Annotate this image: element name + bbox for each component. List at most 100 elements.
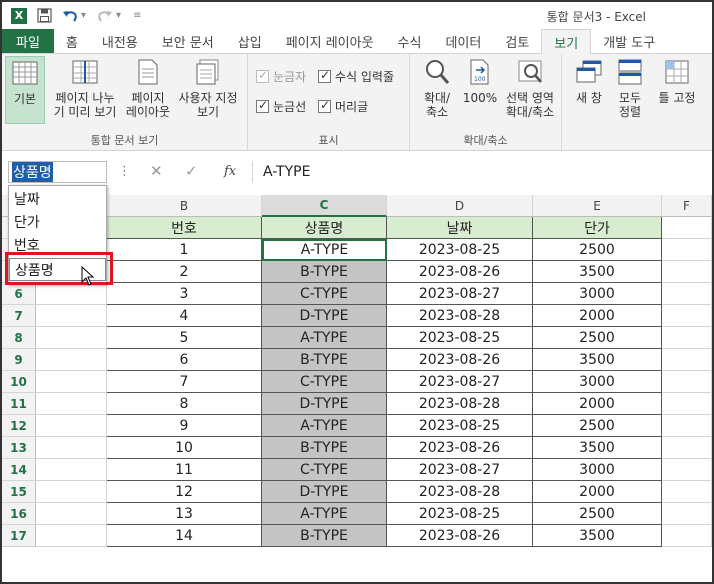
tab-page-layout[interactable]: 페이지 레이아웃: [274, 29, 386, 53]
cell-f[interactable]: [662, 415, 712, 437]
cell-f[interactable]: [662, 503, 712, 525]
cell-f[interactable]: [662, 371, 712, 393]
table-header-cell[interactable]: 날짜: [387, 217, 533, 239]
cell-a[interactable]: [36, 283, 107, 305]
cell-a[interactable]: [36, 371, 107, 393]
table-data-cell[interactable]: 2023-08-28: [387, 393, 533, 415]
table-data-cell[interactable]: 3500: [533, 261, 662, 283]
cell-f[interactable]: [662, 481, 712, 503]
cell-a[interactable]: [36, 415, 107, 437]
cell-f[interactable]: [662, 393, 712, 415]
table-data-cell[interactable]: D-TYPE: [262, 393, 387, 415]
cell-f[interactable]: [662, 283, 712, 305]
table-data-cell[interactable]: 6: [107, 349, 262, 371]
table-data-cell[interactable]: 3000: [533, 283, 662, 305]
new-window-button[interactable]: 새 창: [570, 56, 608, 105]
table-data-cell[interactable]: 2023-08-26: [387, 437, 533, 459]
table-data-cell[interactable]: 2000: [533, 481, 662, 503]
table-data-cell[interactable]: 2023-08-26: [387, 261, 533, 283]
row-header[interactable]: 7: [2, 305, 36, 327]
formula-bar-checkbox[interactable]: ✓: [318, 68, 331, 83]
table-header-cell[interactable]: 단가: [533, 217, 662, 239]
table-data-cell[interactable]: 2500: [533, 503, 662, 525]
name-item-price[interactable]: 단가: [9, 210, 106, 233]
freeze-panes-button[interactable]: 틀 고정: [652, 56, 702, 105]
cell-f[interactable]: [662, 525, 712, 547]
formula-bar-grip-icon[interactable]: ⋮: [118, 164, 131, 179]
custom-views-button[interactable]: 사용자 지정 보기: [174, 56, 242, 119]
tab-view[interactable]: 보기: [541, 29, 592, 54]
cell-a[interactable]: [36, 459, 107, 481]
tab-personal[interactable]: 내전용: [90, 29, 150, 53]
table-data-cell[interactable]: 2000: [533, 393, 662, 415]
redo-icon[interactable]: [96, 7, 114, 25]
tab-formulas[interactable]: 수식: [386, 29, 434, 53]
page-layout-view-button[interactable]: 페이지 레이아웃: [124, 56, 172, 119]
table-data-cell[interactable]: 3: [107, 283, 262, 305]
cell-f[interactable]: [662, 305, 712, 327]
column-header-e[interactable]: E: [533, 195, 662, 217]
table-data-cell[interactable]: 8: [107, 393, 262, 415]
table-data-cell[interactable]: A-TYPE: [262, 327, 387, 349]
table-data-cell[interactable]: 10: [107, 437, 262, 459]
gridlines-checkbox[interactable]: ✓: [256, 98, 269, 113]
table-data-cell[interactable]: 13: [107, 503, 262, 525]
row-header[interactable]: 9: [2, 349, 36, 371]
tab-file[interactable]: 파일: [2, 29, 54, 53]
page-break-preview-button[interactable]: 페이지 나누 기 미리 보기: [50, 56, 120, 119]
table-data-cell[interactable]: 2023-08-27: [387, 283, 533, 305]
column-header-d[interactable]: D: [387, 195, 533, 217]
zoom-button[interactable]: 확대/ 축소: [414, 56, 460, 119]
cancel-icon[interactable]: ✕: [150, 162, 163, 180]
table-data-cell[interactable]: B-TYPE: [262, 261, 387, 283]
cell-f[interactable]: [662, 437, 712, 459]
table-data-cell[interactable]: 11: [107, 459, 262, 481]
column-header-f[interactable]: F: [662, 195, 712, 217]
table-data-cell[interactable]: 2023-08-25: [387, 503, 533, 525]
table-data-cell[interactable]: 2000: [533, 305, 662, 327]
headings-checkbox-row[interactable]: ✓ 머리글: [318, 98, 368, 115]
table-data-cell[interactable]: 4: [107, 305, 262, 327]
insert-function-icon[interactable]: fx: [224, 164, 236, 179]
gridlines-checkbox-row[interactable]: ✓ 눈금선: [256, 98, 306, 115]
table-data-cell[interactable]: 2500: [533, 415, 662, 437]
row-header[interactable]: 6: [2, 283, 36, 305]
table-data-cell[interactable]: 2023-08-28: [387, 305, 533, 327]
cell-a[interactable]: [36, 349, 107, 371]
table-data-cell[interactable]: 7: [107, 371, 262, 393]
table-data-cell[interactable]: 3500: [533, 525, 662, 547]
table-data-cell[interactable]: 2: [107, 261, 262, 283]
save-icon[interactable]: [35, 7, 53, 25]
table-data-cell[interactable]: 2023-08-26: [387, 349, 533, 371]
table-data-cell[interactable]: B-TYPE: [262, 525, 387, 547]
table-data-cell[interactable]: A-TYPE: [262, 503, 387, 525]
table-data-cell[interactable]: 2023-08-25: [387, 415, 533, 437]
table-data-cell[interactable]: 1: [107, 239, 262, 261]
table-data-cell[interactable]: 2023-08-27: [387, 459, 533, 481]
cell-a[interactable]: [36, 305, 107, 327]
row-header[interactable]: 10: [2, 371, 36, 393]
ruler-checkbox-row[interactable]: ✓ 눈금자: [256, 68, 306, 85]
tab-data[interactable]: 데이터: [433, 29, 493, 53]
table-data-cell[interactable]: 3000: [533, 371, 662, 393]
table-data-cell[interactable]: B-TYPE: [262, 437, 387, 459]
normal-view-button[interactable]: 기본: [5, 56, 45, 124]
table-data-cell[interactable]: 2023-08-25: [387, 327, 533, 349]
table-data-cell[interactable]: 14: [107, 525, 262, 547]
cell-f[interactable]: [662, 349, 712, 371]
column-header-b[interactable]: B: [107, 195, 262, 217]
formula-input[interactable]: A-TYPE: [252, 161, 712, 183]
table-data-cell[interactable]: 3500: [533, 437, 662, 459]
table-data-cell[interactable]: 2023-08-27: [387, 371, 533, 393]
enter-icon[interactable]: ✓: [185, 162, 198, 180]
table-data-cell[interactable]: C-TYPE: [262, 459, 387, 481]
row-header[interactable]: 17: [2, 525, 36, 547]
table-data-cell[interactable]: A-TYPE: [262, 415, 387, 437]
customize-qat-icon[interactable]: ≡: [133, 10, 141, 21]
row-header[interactable]: 12: [2, 415, 36, 437]
table-data-cell[interactable]: 2500: [533, 327, 662, 349]
table-data-cell[interactable]: C-TYPE: [262, 283, 387, 305]
formula-bar-checkbox-row[interactable]: ✓ 수식 입력줄: [318, 68, 394, 85]
table-data-cell[interactable]: D-TYPE: [262, 305, 387, 327]
row-header[interactable]: 8: [2, 327, 36, 349]
